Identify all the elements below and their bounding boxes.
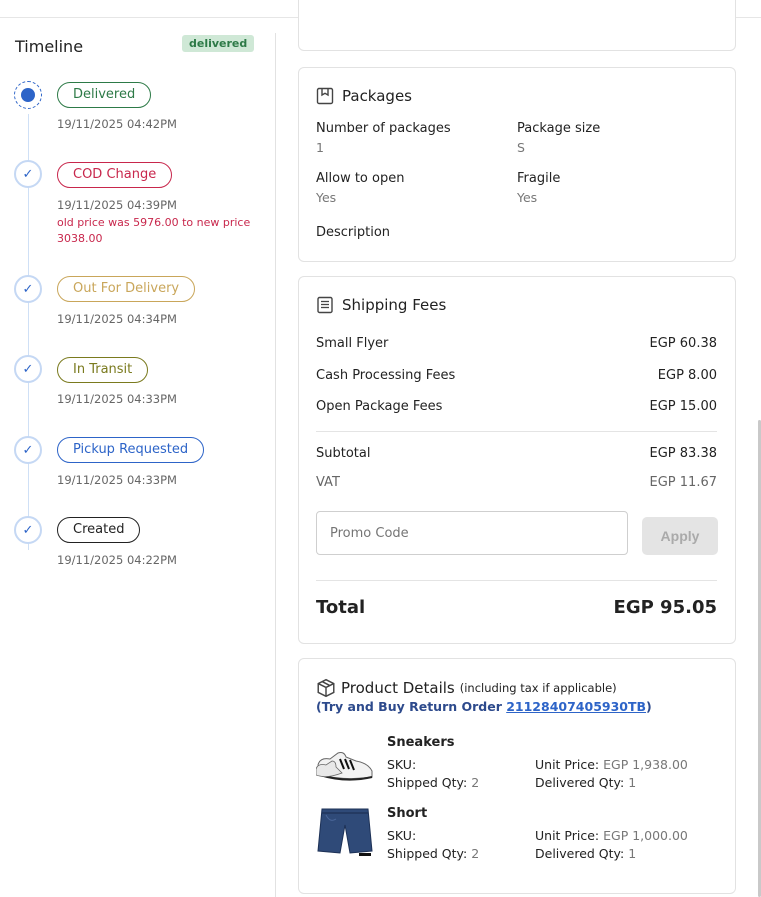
check-icon: ✓ — [14, 516, 42, 544]
timeline-title: Timeline — [15, 37, 84, 56]
vat-value: EGP 11.67 — [649, 475, 717, 490]
product-unit-price: Unit Price: EGP 1,938.00 — [535, 757, 688, 772]
event-note: old price was 5976.00 to new price 3038.… — [57, 216, 251, 245]
event-label: Pickup Requested — [57, 437, 205, 463]
subtotal-label: Subtotal — [316, 446, 371, 461]
product-sku: SKU: — [387, 828, 416, 843]
product-header: Product Details (including tax if applic… — [316, 678, 617, 698]
vat-row: VAT EGP 11.67 — [316, 475, 717, 490]
event-time: 19/11/2025 04:39PM — [57, 198, 177, 212]
current-step-icon — [14, 81, 42, 109]
fee-value: EGP 60.38 — [649, 336, 717, 351]
shipped-qty-label: Shipped Qty: — [387, 846, 468, 861]
number-of-packages-label: Number of packages — [316, 121, 451, 136]
shipping-fees-card: Shipping Fees Small Flyer EGP 60.38 Cash… — [298, 276, 736, 644]
previous-card — [298, 0, 736, 51]
status-badge: delivered — [182, 35, 255, 52]
fee-row: Small Flyer EGP 60.38 — [316, 336, 717, 351]
apply-button[interactable]: Apply — [642, 517, 718, 555]
total-value: EGP 95.05 — [613, 597, 717, 618]
product-delivered-qty: Delivered Qty: 1 — [535, 775, 636, 790]
product-shipped-qty: Shipped Qty: 2 — [387, 846, 479, 861]
subtotal-value: EGP 83.38 — [649, 446, 717, 461]
fee-value: EGP 15.00 — [649, 399, 717, 414]
packages-header: Packages — [316, 87, 412, 105]
sku-label: SKU: — [387, 828, 417, 843]
allow-to-open-value: Yes — [316, 190, 337, 205]
return-order-prefix: (Try and Buy Return Order — [316, 699, 507, 714]
return-order-suffix: ) — [646, 699, 652, 714]
delivered-qty-label: Delivered Qty: — [535, 846, 625, 861]
package-size-value: S — [517, 140, 525, 155]
packages-card: Packages Number of packages 1 Package si… — [298, 67, 736, 262]
unit-price-label: Unit Price: — [535, 757, 600, 772]
fragile-label: Fragile — [517, 171, 561, 186]
check-icon: ✓ — [14, 160, 42, 188]
shipped-qty-value: 2 — [471, 775, 480, 790]
product-delivered-qty: Delivered Qty: 1 — [535, 846, 636, 861]
allow-to-open-label: Allow to open — [316, 171, 405, 186]
product-title: Product Details — [341, 679, 455, 697]
packages-title: Packages — [342, 87, 412, 105]
total-divider — [316, 580, 717, 581]
fees-divider — [316, 431, 717, 432]
receipt-icon — [317, 296, 333, 314]
product-name: Sneakers — [387, 735, 455, 750]
number-of-packages-value: 1 — [316, 140, 324, 155]
event-time: 19/11/2025 04:34PM — [57, 312, 177, 326]
check-icon: ✓ — [14, 275, 42, 303]
fee-row: Open Package Fees EGP 15.00 — [316, 399, 717, 414]
sku-label: SKU: — [387, 757, 417, 772]
fee-label: Cash Processing Fees — [316, 368, 456, 383]
delivered-qty-label: Delivered Qty: — [535, 775, 625, 790]
vat-label: VAT — [316, 475, 340, 490]
event-label: COD Change — [57, 162, 173, 188]
fee-label: Open Package Fees — [316, 399, 443, 414]
delivered-qty-value: 1 — [628, 846, 637, 861]
event-label: Out For Delivery — [57, 276, 196, 302]
shipping-title: Shipping Fees — [342, 296, 447, 314]
event-label: Delivered — [57, 82, 152, 108]
sneakers-image — [316, 752, 373, 781]
fee-row: Cash Processing Fees EGP 8.00 — [316, 368, 717, 383]
product-sku: SKU: — [387, 757, 416, 772]
event-time: 19/11/2025 04:33PM — [57, 473, 177, 487]
timeline-panel: Timeline delivered Delivered 19/11/2025 … — [0, 18, 275, 897]
unit-price-value: EGP 1,000.00 — [603, 828, 688, 843]
return-order-link[interactable]: 21128407405930TB — [506, 699, 646, 714]
total-label: Total — [316, 597, 366, 618]
panel-divider — [275, 33, 276, 897]
subtotal-row: Subtotal EGP 83.38 — [316, 446, 717, 461]
fee-value: EGP 8.00 — [657, 368, 717, 383]
fee-label: Small Flyer — [316, 336, 389, 351]
event-time: 19/11/2025 04:42PM — [57, 117, 177, 131]
description-label: Description — [316, 225, 391, 240]
package-size-label: Package size — [517, 121, 601, 136]
shipped-qty-value: 2 — [471, 846, 480, 861]
event-label: In Transit — [57, 357, 149, 383]
product-shipped-qty: Shipped Qty: 2 — [387, 775, 479, 790]
product-name: Short — [387, 806, 428, 821]
delivered-qty-value: 1 — [628, 775, 637, 790]
unit-price-value: EGP 1,938.00 — [603, 757, 688, 772]
return-order-line: (Try and Buy Return Order 21128407405930… — [316, 699, 652, 714]
check-icon: ✓ — [14, 355, 42, 383]
check-icon: ✓ — [14, 436, 42, 464]
shorts-image — [317, 808, 373, 856]
promo-code-input[interactable] — [316, 511, 628, 555]
shipping-header: Shipping Fees — [316, 296, 446, 314]
product-title-note: (including tax if applicable) — [459, 681, 617, 695]
package-icon — [316, 87, 334, 105]
product-details-card: Product Details (including tax if applic… — [298, 658, 736, 894]
total-row: Total EGP 95.05 — [316, 597, 717, 618]
unit-price-label: Unit Price: — [535, 828, 600, 843]
event-label: Created — [57, 517, 141, 543]
fragile-value: Yes — [517, 190, 538, 205]
event-time: 19/11/2025 04:22PM — [57, 553, 177, 567]
product-unit-price: Unit Price: EGP 1,000.00 — [535, 828, 688, 843]
event-time: 19/11/2025 04:33PM — [57, 392, 177, 406]
shipped-qty-label: Shipped Qty: — [387, 775, 468, 790]
box-icon — [317, 678, 335, 698]
